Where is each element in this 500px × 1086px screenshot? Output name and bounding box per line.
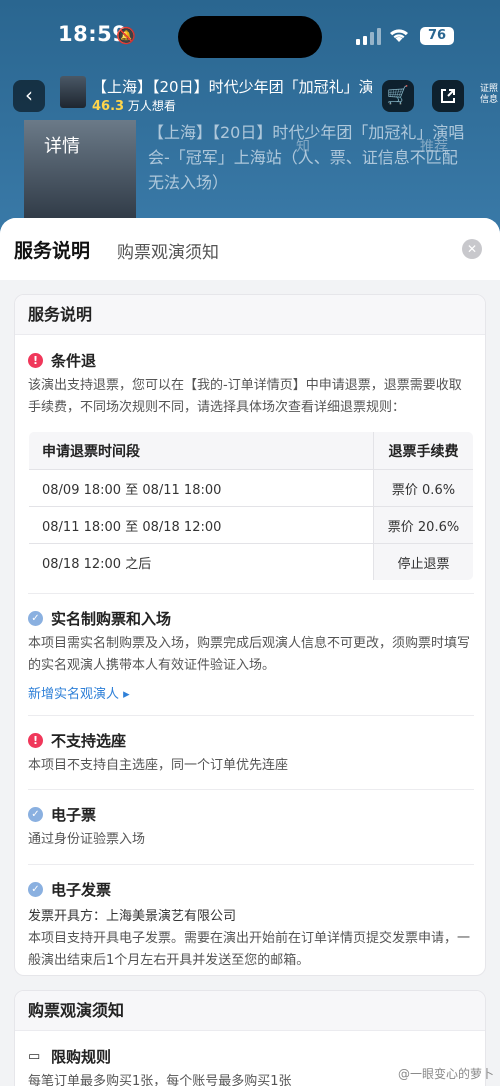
refund-body: 该演出支持退票，您可以在【我的-订单详情页】中申请退票，退票需要收取手续费，不同… [28, 378, 462, 415]
share-button[interactable] [432, 80, 464, 112]
signal-icon [356, 28, 381, 45]
realname-body: 本项目需实名制购票及入场，购票完成后观演人信息不可更改，须购票时填写的实名观演人… [28, 636, 471, 673]
check-icon: ✓ [28, 881, 43, 897]
realname-section: ✓ 实名制购票和入场 本项目需实名制购票及入场，购票完成后观演人信息不可更改，须… [28, 607, 474, 702]
divider [28, 864, 474, 865]
ghost-tab-1: 知 [296, 139, 310, 155]
refund-table: 申请退票时间段 退票手续费 08/09 18:00 至 08/11 18:00 … [28, 431, 474, 581]
top-nav-bar: ‹ 【上海】【20日】时代少年团「加冠礼」演... 46.3 万人想看 🛒 证照… [0, 70, 500, 120]
table-cell-period: 08/18 12:00 之后 [42, 556, 152, 572]
cart-button[interactable]: 🛒 [382, 80, 414, 112]
table-header-row: 申请退票时间段 退票手续费 [29, 432, 473, 470]
calendar-icon: ▭ [28, 1048, 41, 1064]
poster-text: 详情 [44, 136, 80, 157]
cert-info-link[interactable]: 证照信息 [480, 84, 500, 106]
purchase-limit-title-text: 限购规则 [51, 1047, 112, 1066]
table-row: 08/09 18:00 至 08/11 18:00 票价 0.6% [29, 469, 473, 507]
table-cell-period: 08/09 18:00 至 08/11 18:00 [29, 469, 374, 507]
table-header-period: 申请退票时间段 [29, 432, 374, 470]
realname-title-text: 实名制购票和入场 [51, 609, 172, 628]
check-icon: ✓ [28, 806, 43, 822]
table-cell-fee: 票价 0.6% [373, 469, 473, 507]
dynamic-island [178, 16, 322, 58]
seat-title-text: 不支持选座 [51, 731, 127, 750]
refund-title-text: 条件退 [51, 351, 97, 370]
sheet-header: 服务说明 购票观演须知 ✕ [0, 218, 500, 280]
table-cell-period: 08/11 18:00 至 08/18 12:00 [29, 506, 374, 544]
watermark: @一眼变心的萝卜 [397, 1067, 494, 1081]
service-sheet: 服务说明 购票观演须知 ✕ 服务说明 ! 条件退 该演出支持退票，您可以在【我的… [0, 218, 500, 1086]
refund-section: ! 条件退 该演出支持退票，您可以在【我的-订单详情页】中申请退票，退票需要收取… [28, 349, 474, 581]
battery-indicator: 76 [420, 27, 454, 45]
divider [28, 715, 474, 716]
eticket-body: 通过身份证验票入场 [28, 832, 146, 847]
back-button[interactable]: ‹ [13, 80, 45, 112]
invoice-title: ✓ 电子发票 [28, 878, 474, 900]
want-count-line: 46.3 万人想看 [92, 97, 176, 114]
seat-title: ! 不支持选座 [28, 729, 474, 751]
header-title: 【上海】【20日】时代少年团「加冠礼」演... [92, 78, 372, 96]
event-title-behind: 【上海】【20日】时代少年团「加冠礼」演唱会-「冠军」上海站（人、票、证信息不匹… [148, 123, 465, 192]
divider [28, 593, 474, 594]
warning-icon: ! [28, 732, 43, 748]
share-icon [441, 89, 455, 103]
refund-title: ! 条件退 [28, 349, 474, 371]
service-card-title: 服务说明 [15, 295, 485, 335]
eticket-title-text: 电子票 [51, 805, 97, 824]
seat-body: 本项目不支持自主选座，同一个订单优先连座 [28, 758, 289, 773]
close-icon: ✕ [466, 242, 478, 256]
invoice-body: 本项目支持开具电子发票。需要在演出开始前在订单详情页提交发票申请，一般演出结束后… [28, 931, 471, 968]
seat-section: ! 不支持选座 本项目不支持自主选座，同一个订单优先连座 [28, 729, 474, 777]
status-bar: 18:59 🔕 76 [0, 0, 500, 62]
warning-icon: ! [28, 352, 43, 368]
add-viewer-link[interactable]: 新增实名观演人 ▸ [28, 683, 474, 702]
event-poster: 详情 [24, 120, 136, 230]
invoice-section: ✓ 电子发票 发票开具方：上海美景演艺有限公司 本项目支持开具电子发票。需要在演… [28, 878, 474, 972]
table-row: 08/11 18:00 至 08/18 12:00 票价 20.6% [29, 506, 473, 544]
tab-service[interactable]: 服务说明 [14, 236, 90, 263]
wifi-icon [388, 24, 410, 48]
table-cell-fee: 停止退票 [373, 543, 473, 580]
service-card: 服务说明 ! 条件退 该演出支持退票，您可以在【我的-订单详情页】中申请退票，退… [14, 294, 486, 976]
ghost-tab-2: 推荐 [420, 139, 448, 155]
chevron-left-icon: ‹ [25, 83, 33, 107]
notice-card-title: 购票观演须知 [15, 991, 485, 1031]
tab-notice[interactable]: 购票观演须知 [117, 238, 219, 263]
purchase-limit-title: ▭ 限购规则 [28, 1045, 474, 1067]
silent-bell-icon: 🔕 [116, 26, 136, 45]
divider [28, 789, 474, 790]
close-button[interactable]: ✕ [462, 239, 482, 259]
table-cell-fee: 票价 20.6% [373, 506, 473, 544]
check-icon: ✓ [28, 610, 43, 626]
want-suffix: 万人想看 [127, 99, 176, 113]
invoice-issuer: 发票开具方：上海美景演艺有限公司 [28, 909, 237, 924]
table-header-fee: 退票手续费 [373, 432, 473, 470]
eticket-title: ✓ 电子票 [28, 803, 474, 825]
want-count: 46.3 [92, 99, 125, 114]
invoice-title-text: 电子发票 [51, 880, 112, 899]
cart-icon: 🛒 [386, 85, 410, 106]
table-row: 08/18 12:00 之后 停止退票 [29, 543, 473, 580]
realname-title: ✓ 实名制购票和入场 [28, 607, 474, 629]
event-thumbnail [60, 76, 86, 108]
eticket-section: ✓ 电子票 通过身份证验票入场 [28, 803, 474, 851]
